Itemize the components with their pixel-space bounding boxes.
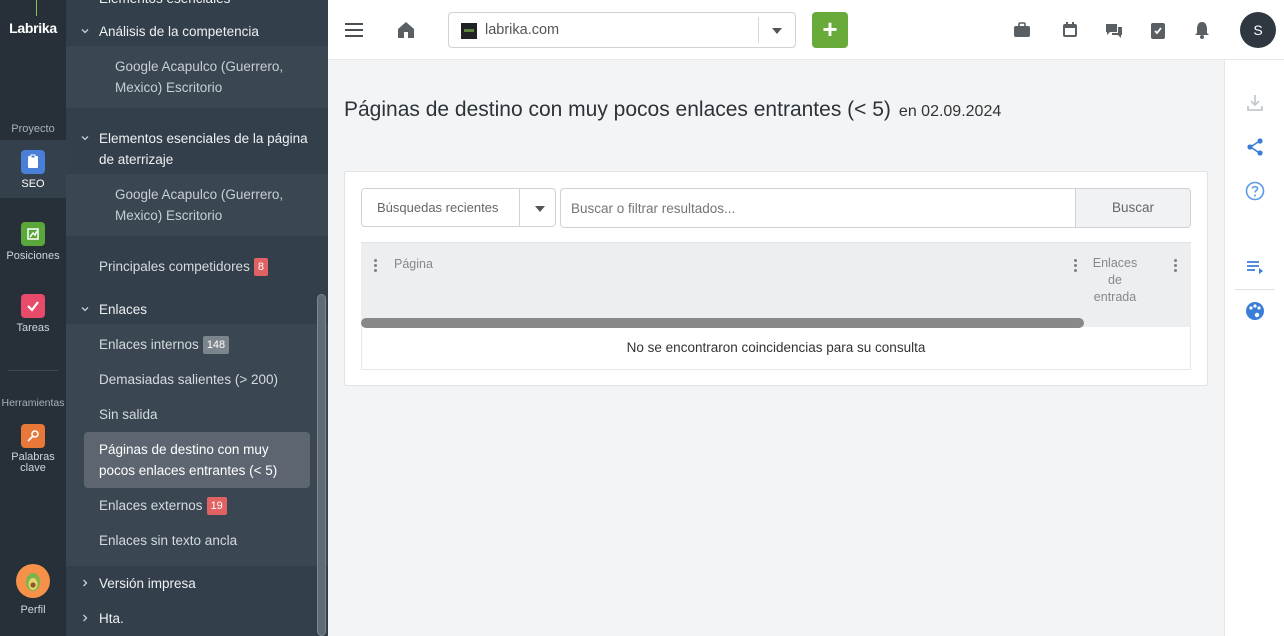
home-icon[interactable] bbox=[394, 18, 418, 42]
list-filter-icon[interactable] bbox=[1244, 256, 1266, 278]
rail-item-label: Perfil bbox=[20, 604, 46, 616]
page-title: Páginas de destino con muy pocos enlaces… bbox=[344, 98, 1001, 122]
clipboard-check-icon[interactable] bbox=[1146, 18, 1170, 42]
main-content: Páginas de destino con muy pocos enlaces… bbox=[328, 60, 1224, 636]
rail-item-tasks[interactable]: Tareas bbox=[0, 294, 66, 334]
rail-item-keywords[interactable]: Palabras clave bbox=[0, 424, 66, 474]
chevron-right-icon bbox=[83, 614, 88, 622]
add-button[interactable]: + bbox=[812, 12, 848, 48]
rail-item-label: SEO bbox=[21, 178, 45, 190]
table-header: Página Enlaces de entrada bbox=[361, 242, 1191, 328]
chevron-down-icon bbox=[81, 29, 89, 34]
sidebar-item-few-incoming[interactable]: Páginas de destino con muy pocos enlaces… bbox=[99, 439, 299, 481]
sidebar-item-landing[interactable]: Elementos esenciales de la página de ate… bbox=[99, 128, 314, 170]
count-badge: 8 bbox=[253, 258, 268, 276]
rail-item-positions[interactable]: Posiciones bbox=[0, 222, 66, 262]
chevron-down-icon bbox=[772, 28, 782, 34]
user-avatar[interactable]: S bbox=[1240, 12, 1276, 48]
rail-divider bbox=[8, 370, 58, 371]
column-menu-icon[interactable] bbox=[1174, 259, 1177, 272]
results-card: Búsquedas recientes Buscar Página Enlace… bbox=[344, 171, 1208, 386]
sidebar-scrollbar[interactable] bbox=[317, 294, 326, 636]
page-date: en 02.09.2024 bbox=[898, 103, 1002, 120]
check-icon bbox=[21, 294, 45, 318]
chat-icon[interactable] bbox=[1102, 18, 1126, 42]
site-favicon bbox=[461, 23, 477, 39]
hamburger-menu-icon[interactable] bbox=[342, 18, 366, 42]
recent-searches-label: Búsquedas recientes bbox=[377, 200, 499, 215]
sidebar-item-landing-google[interactable]: Google Acapulco (Guerrero, Mexico) Escri… bbox=[115, 184, 315, 226]
column-header-page[interactable]: Página bbox=[394, 256, 433, 273]
chevron-right-icon bbox=[83, 579, 88, 587]
empty-state-message: No se encontraron coincidencias para su … bbox=[361, 327, 1191, 370]
clipboard-icon bbox=[21, 150, 45, 174]
rail-item-profile[interactable]: Perfil bbox=[0, 564, 66, 616]
rail-item-label: Tareas bbox=[16, 322, 50, 334]
bell-icon[interactable] bbox=[1190, 18, 1214, 42]
sidebar-item-competition-google[interactable]: Google Acapulco (Guerrero, Mexico) Escri… bbox=[115, 56, 315, 98]
count-badge: 19 bbox=[206, 497, 227, 515]
sidebar-item-competition[interactable]: Análisis de la competencia bbox=[99, 21, 314, 42]
column-menu-icon[interactable] bbox=[374, 259, 377, 272]
key-icon bbox=[21, 424, 45, 448]
right-toolbar bbox=[1224, 60, 1284, 636]
sidebar-item-print-version[interactable]: Versión impresa bbox=[99, 573, 314, 594]
palette-icon[interactable] bbox=[1244, 300, 1266, 322]
sidebar-item-external-links[interactable]: Enlaces externos 19 bbox=[99, 495, 314, 516]
sidebar-item-main-competitors[interactable]: Principales competidores 8 bbox=[99, 256, 314, 277]
sidebar-item-label: Enlaces internos bbox=[99, 337, 199, 352]
page-title-text: Páginas de destino con muy pocos enlaces… bbox=[344, 98, 891, 121]
download-icon[interactable] bbox=[1244, 92, 1266, 114]
rail-item-label: Posiciones bbox=[6, 250, 60, 262]
rail-section-project: Proyecto bbox=[11, 123, 55, 135]
sidebar-item-no-anchor[interactable]: Enlaces sin texto ancla bbox=[99, 530, 314, 551]
count-badge: 148 bbox=[202, 336, 230, 354]
site-selector[interactable]: labrika.com bbox=[448, 12, 796, 48]
rail-section-tools: Herramientas bbox=[1, 397, 65, 409]
rail-item-seo[interactable]: SEO bbox=[0, 140, 66, 198]
chart-icon bbox=[21, 222, 45, 246]
sidebar-item-too-many-out[interactable]: Demasiadas salientes (> 200) bbox=[99, 369, 314, 390]
rail-item-label: Palabras clave bbox=[11, 451, 55, 474]
chevron-down-icon bbox=[81, 307, 89, 312]
briefcase-icon[interactable] bbox=[1010, 18, 1034, 42]
app-logo[interactable]: Labrika bbox=[0, 20, 66, 36]
sidebar-item-no-exit[interactable]: Sin salida bbox=[99, 404, 314, 425]
search-button[interactable]: Buscar bbox=[1075, 188, 1191, 228]
sidebar-item-essentials[interactable]: Elementos esenciales bbox=[99, 0, 314, 9]
search-input[interactable] bbox=[560, 188, 1077, 228]
help-icon[interactable] bbox=[1244, 180, 1266, 202]
sidebar-item-label: Enlaces externos bbox=[99, 498, 203, 513]
column-header-incoming-links[interactable]: Enlaces de entrada bbox=[1091, 255, 1139, 306]
share-icon[interactable] bbox=[1244, 136, 1266, 158]
top-bar: labrika.com + S bbox=[328, 0, 1284, 60]
avocado-icon bbox=[16, 564, 50, 598]
recent-searches-dropdown[interactable]: Búsquedas recientes bbox=[361, 188, 556, 227]
chevron-down-icon bbox=[535, 206, 545, 212]
sidebar-item-internal-links[interactable]: Enlaces internos 148 bbox=[99, 334, 314, 355]
logo-accent bbox=[36, 0, 37, 16]
divider bbox=[519, 189, 520, 226]
divider bbox=[1235, 289, 1275, 290]
app-rail: Labrika Proyecto SEO Posiciones Tareas H… bbox=[0, 0, 66, 636]
sidebar-item-label: Principales competidores bbox=[99, 259, 250, 274]
sidebar-nav: Elementos esenciales Análisis de la comp… bbox=[66, 0, 328, 636]
site-selector-value: labrika.com bbox=[485, 22, 560, 38]
chevron-down-icon bbox=[81, 136, 89, 141]
column-menu-icon[interactable] bbox=[1074, 259, 1077, 272]
calendar-icon[interactable] bbox=[1058, 18, 1082, 42]
sidebar-item-links[interactable]: Enlaces bbox=[99, 299, 314, 320]
divider bbox=[758, 17, 759, 43]
sidebar-item-hta[interactable]: Hta. bbox=[99, 608, 314, 629]
